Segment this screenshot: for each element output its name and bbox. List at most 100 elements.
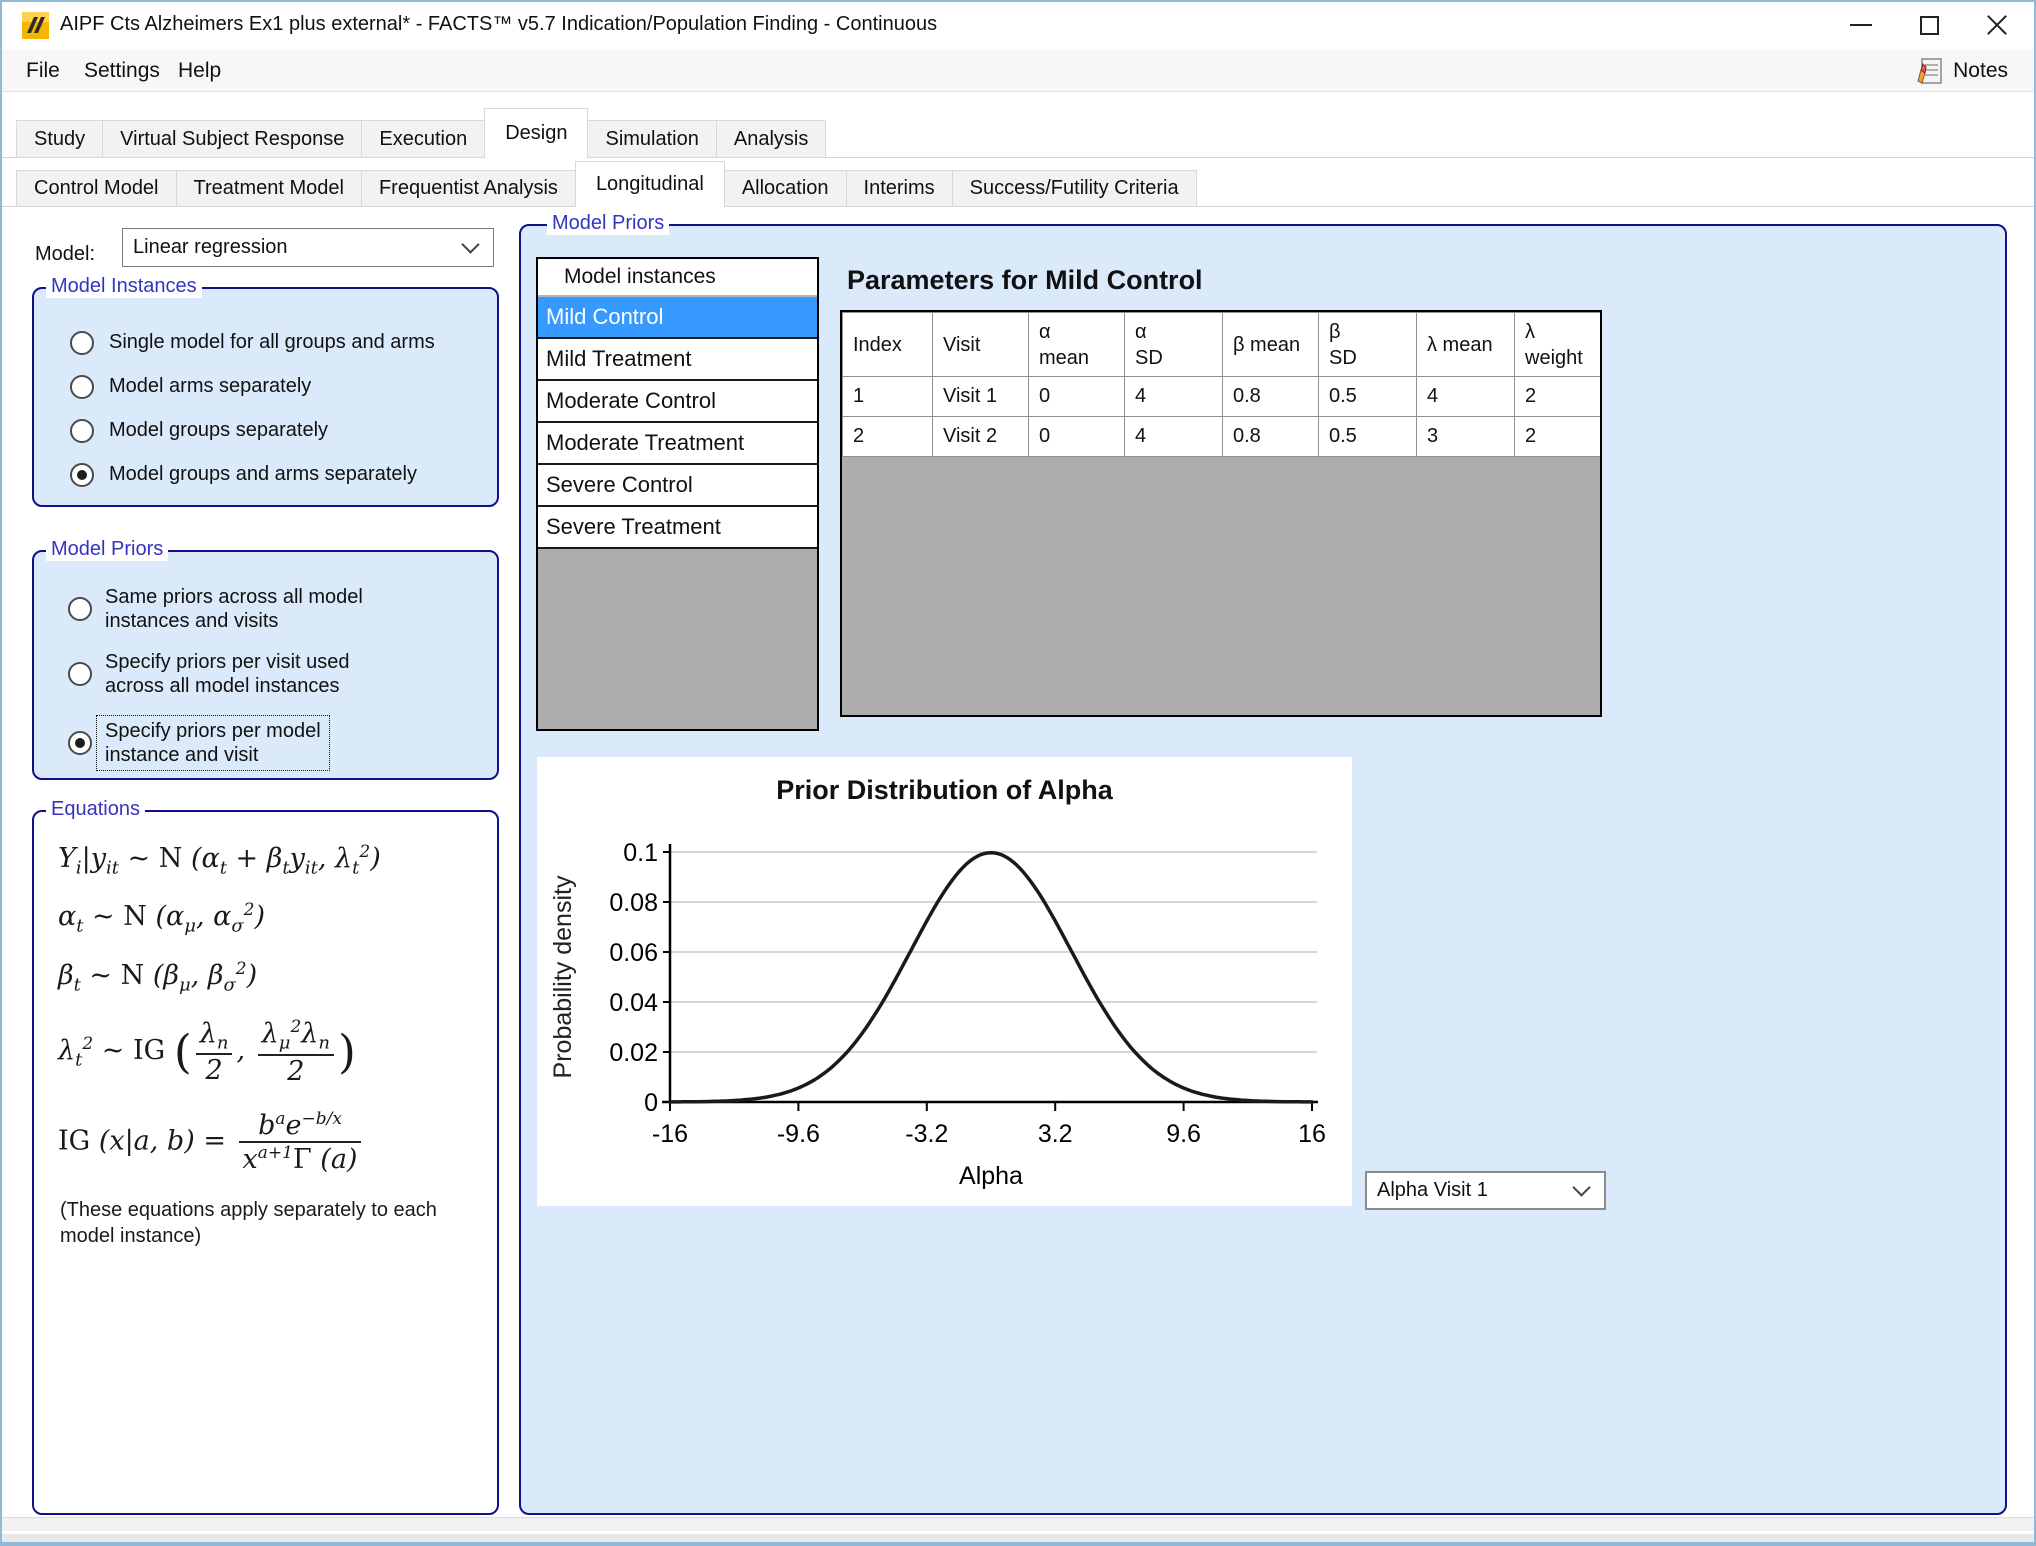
equation-line-5: IG (x|a, b) = bae−b/xxa+1Γ (a)	[58, 1109, 497, 1175]
column-header-sd: αSD	[1125, 313, 1223, 377]
chevron-down-icon	[461, 235, 479, 253]
subtab-interims[interactable]: Interims	[846, 170, 953, 207]
subtab-frequentist-analysis[interactable]: Frequentist Analysis	[361, 170, 576, 207]
radio-icon	[70, 331, 94, 355]
table-cell[interactable]: 0.5	[1319, 377, 1417, 417]
radio-label: Single model for all groups and arms	[109, 331, 435, 354]
table-cell[interactable]: 2	[1515, 377, 1601, 417]
title-bar: AIPF Cts Alzheimers Ex1 plus external* -…	[2, 2, 2034, 50]
radio-option-model-arms-separately[interactable]: Model arms separately	[70, 370, 497, 403]
chart-parameter-select[interactable]: Alpha Visit 1	[1365, 1171, 1606, 1210]
chart-title: Prior Distribution of Alpha	[537, 775, 1352, 806]
equations-group: Equations Yi|yit ~ N (αt + βtyit, λt2)αt…	[32, 810, 499, 1515]
subtab-success-futility-criteria[interactable]: Success/Futility Criteria	[952, 170, 1197, 207]
table-cell[interactable]: 0.8	[1223, 417, 1319, 457]
facts-logo-icon	[22, 12, 49, 39]
window-title: AIPF Cts Alzheimers Ex1 plus external* -…	[60, 13, 937, 36]
list-item-mild-treatment[interactable]: Mild Treatment	[538, 339, 817, 381]
x-tick-label: 16	[1298, 1120, 1326, 1148]
table-cell[interactable]: 0	[1029, 377, 1125, 417]
x-tick-label: 9.6	[1166, 1120, 1201, 1148]
tab-study[interactable]: Study	[16, 120, 103, 158]
model-select-value: Linear regression	[123, 236, 464, 259]
y-tick-label: 0.08	[609, 889, 658, 917]
column-header-visit: Visit	[933, 313, 1029, 377]
table-cell[interactable]: 0.8	[1223, 377, 1319, 417]
radio-option-single-model-for-all-groups-and-arms[interactable]: Single model for all groups and arms	[70, 326, 497, 359]
tab-analysis[interactable]: Analysis	[716, 120, 826, 158]
table-cell[interactable]: 1	[843, 377, 933, 417]
y-tick-label: 0	[644, 1089, 658, 1117]
subtab-control-model[interactable]: Control Model	[16, 170, 177, 207]
equation-line-2: αt ~ N (αμ, ασ2)	[58, 900, 497, 936]
table-cell[interactable]: 4	[1417, 377, 1515, 417]
radio-option-specify-priors-per-model[interactable]: Specify priors per modelinstance and vis…	[68, 715, 497, 771]
density-curve	[670, 853, 1312, 1102]
subtab-longitudinal[interactable]: Longitudinal	[575, 161, 725, 207]
column-header-mean: λ mean	[1417, 313, 1515, 377]
table-cell[interactable]: Visit 1	[933, 377, 1029, 417]
list-item-severe-treatment[interactable]: Severe Treatment	[538, 507, 817, 549]
menu-bar: File Settings Help Notes	[2, 50, 2034, 92]
notes-button[interactable]: Notes	[1915, 52, 2008, 90]
table-cell[interactable]: 0	[1029, 417, 1125, 457]
table-cell[interactable]: 3	[1417, 417, 1515, 457]
table-cell[interactable]: 2	[1515, 417, 1601, 457]
tab-virtual-subject-response[interactable]: Virtual Subject Response	[102, 120, 362, 158]
list-item-severe-control[interactable]: Severe Control	[538, 465, 817, 507]
list-item-moderate-treatment[interactable]: Moderate Treatment	[538, 423, 817, 465]
radio-label: Model groups separately	[109, 419, 328, 442]
chart-parameter-select-value: Alpha Visit 1	[1367, 1179, 1575, 1202]
prior-distribution-chart: 00.020.040.060.080.1-16-9.6-3.23.29.616A…	[537, 757, 1352, 1206]
model-instances-group-title: Model Instances	[46, 275, 202, 298]
list-item-moderate-control[interactable]: Moderate Control	[538, 381, 817, 423]
notes-label: Notes	[1953, 59, 2008, 83]
list-item-mild-control[interactable]: Mild Control	[538, 297, 817, 339]
maximize-icon[interactable]	[1896, 2, 1962, 48]
table-cell[interactable]: 4	[1125, 417, 1223, 457]
y-axis-label: Probability density	[549, 875, 577, 1078]
radio-label: Model groups and arms separately	[109, 463, 417, 486]
radio-option-same-priors-across-all-model[interactable]: Same priors across all modelinstances an…	[68, 585, 497, 633]
subtab-treatment-model[interactable]: Treatment Model	[176, 170, 362, 207]
tab-simulation[interactable]: Simulation	[587, 120, 716, 158]
menu-file[interactable]: File	[20, 50, 66, 92]
parameters-table: IndexVisitαmeanαSDβ meanβSDλ meanλweight…	[842, 312, 1601, 457]
sub-tab-strip: Control ModelTreatment ModelFrequentist …	[16, 160, 1196, 207]
table-cell[interactable]: 0.5	[1319, 417, 1417, 457]
menu-settings[interactable]: Settings	[78, 50, 166, 92]
minimize-icon[interactable]	[1828, 2, 1894, 48]
radio-option-specify-priors-per-visit-used[interactable]: Specify priors per visit usedacross all …	[68, 650, 497, 698]
close-icon[interactable]	[1964, 2, 2030, 48]
radio-icon	[70, 463, 94, 487]
model-instances-list-header: Model instances	[538, 259, 817, 297]
model-label: Model:	[35, 243, 95, 266]
equations-note: (These equations apply separately to eac…	[60, 1197, 440, 1249]
column-header-weight: λweight	[1515, 313, 1601, 377]
column-header-mean: β mean	[1223, 313, 1319, 377]
model-instances-list: Model instances Mild ControlMild Treatme…	[536, 257, 819, 731]
subtab-allocation[interactable]: Allocation	[724, 170, 847, 207]
y-tick-label: 0.1	[623, 839, 658, 867]
model-select[interactable]: Linear regression	[122, 228, 494, 267]
radio-option-model-groups-and-arms-separately[interactable]: Model groups and arms separately	[70, 458, 497, 491]
equation-line-4: λt2 ~ IG (λn2, λμ2λn2)	[58, 1017, 497, 1086]
main-tab-strip: StudyVirtual Subject ResponseExecutionDe…	[16, 99, 825, 158]
model-priors-options: Same priors across all modelinstances an…	[34, 552, 497, 771]
parameters-title: Parameters for Mild Control	[847, 265, 1203, 296]
menu-help[interactable]: Help	[172, 50, 227, 92]
radio-label: Same priors across all modelinstances an…	[105, 585, 363, 633]
chevron-down-icon	[1572, 1178, 1590, 1196]
notes-icon	[1915, 56, 1945, 86]
table-cell[interactable]: 4	[1125, 377, 1223, 417]
table-cell[interactable]: 2	[843, 417, 933, 457]
x-tick-label: -3.2	[905, 1120, 948, 1148]
radio-option-model-groups-separately[interactable]: Model groups separately	[70, 414, 497, 447]
table-cell[interactable]: Visit 2	[933, 417, 1029, 457]
parameters-grid: IndexVisitαmeanαSDβ meanβSDλ meanλweight…	[840, 310, 1602, 717]
tab-design[interactable]: Design	[484, 108, 588, 158]
radio-label: Specify priors per visit usedacross all …	[105, 650, 350, 698]
y-tick-label: 0.02	[609, 1039, 658, 1067]
radio-icon	[70, 375, 94, 399]
tab-execution[interactable]: Execution	[361, 120, 485, 158]
